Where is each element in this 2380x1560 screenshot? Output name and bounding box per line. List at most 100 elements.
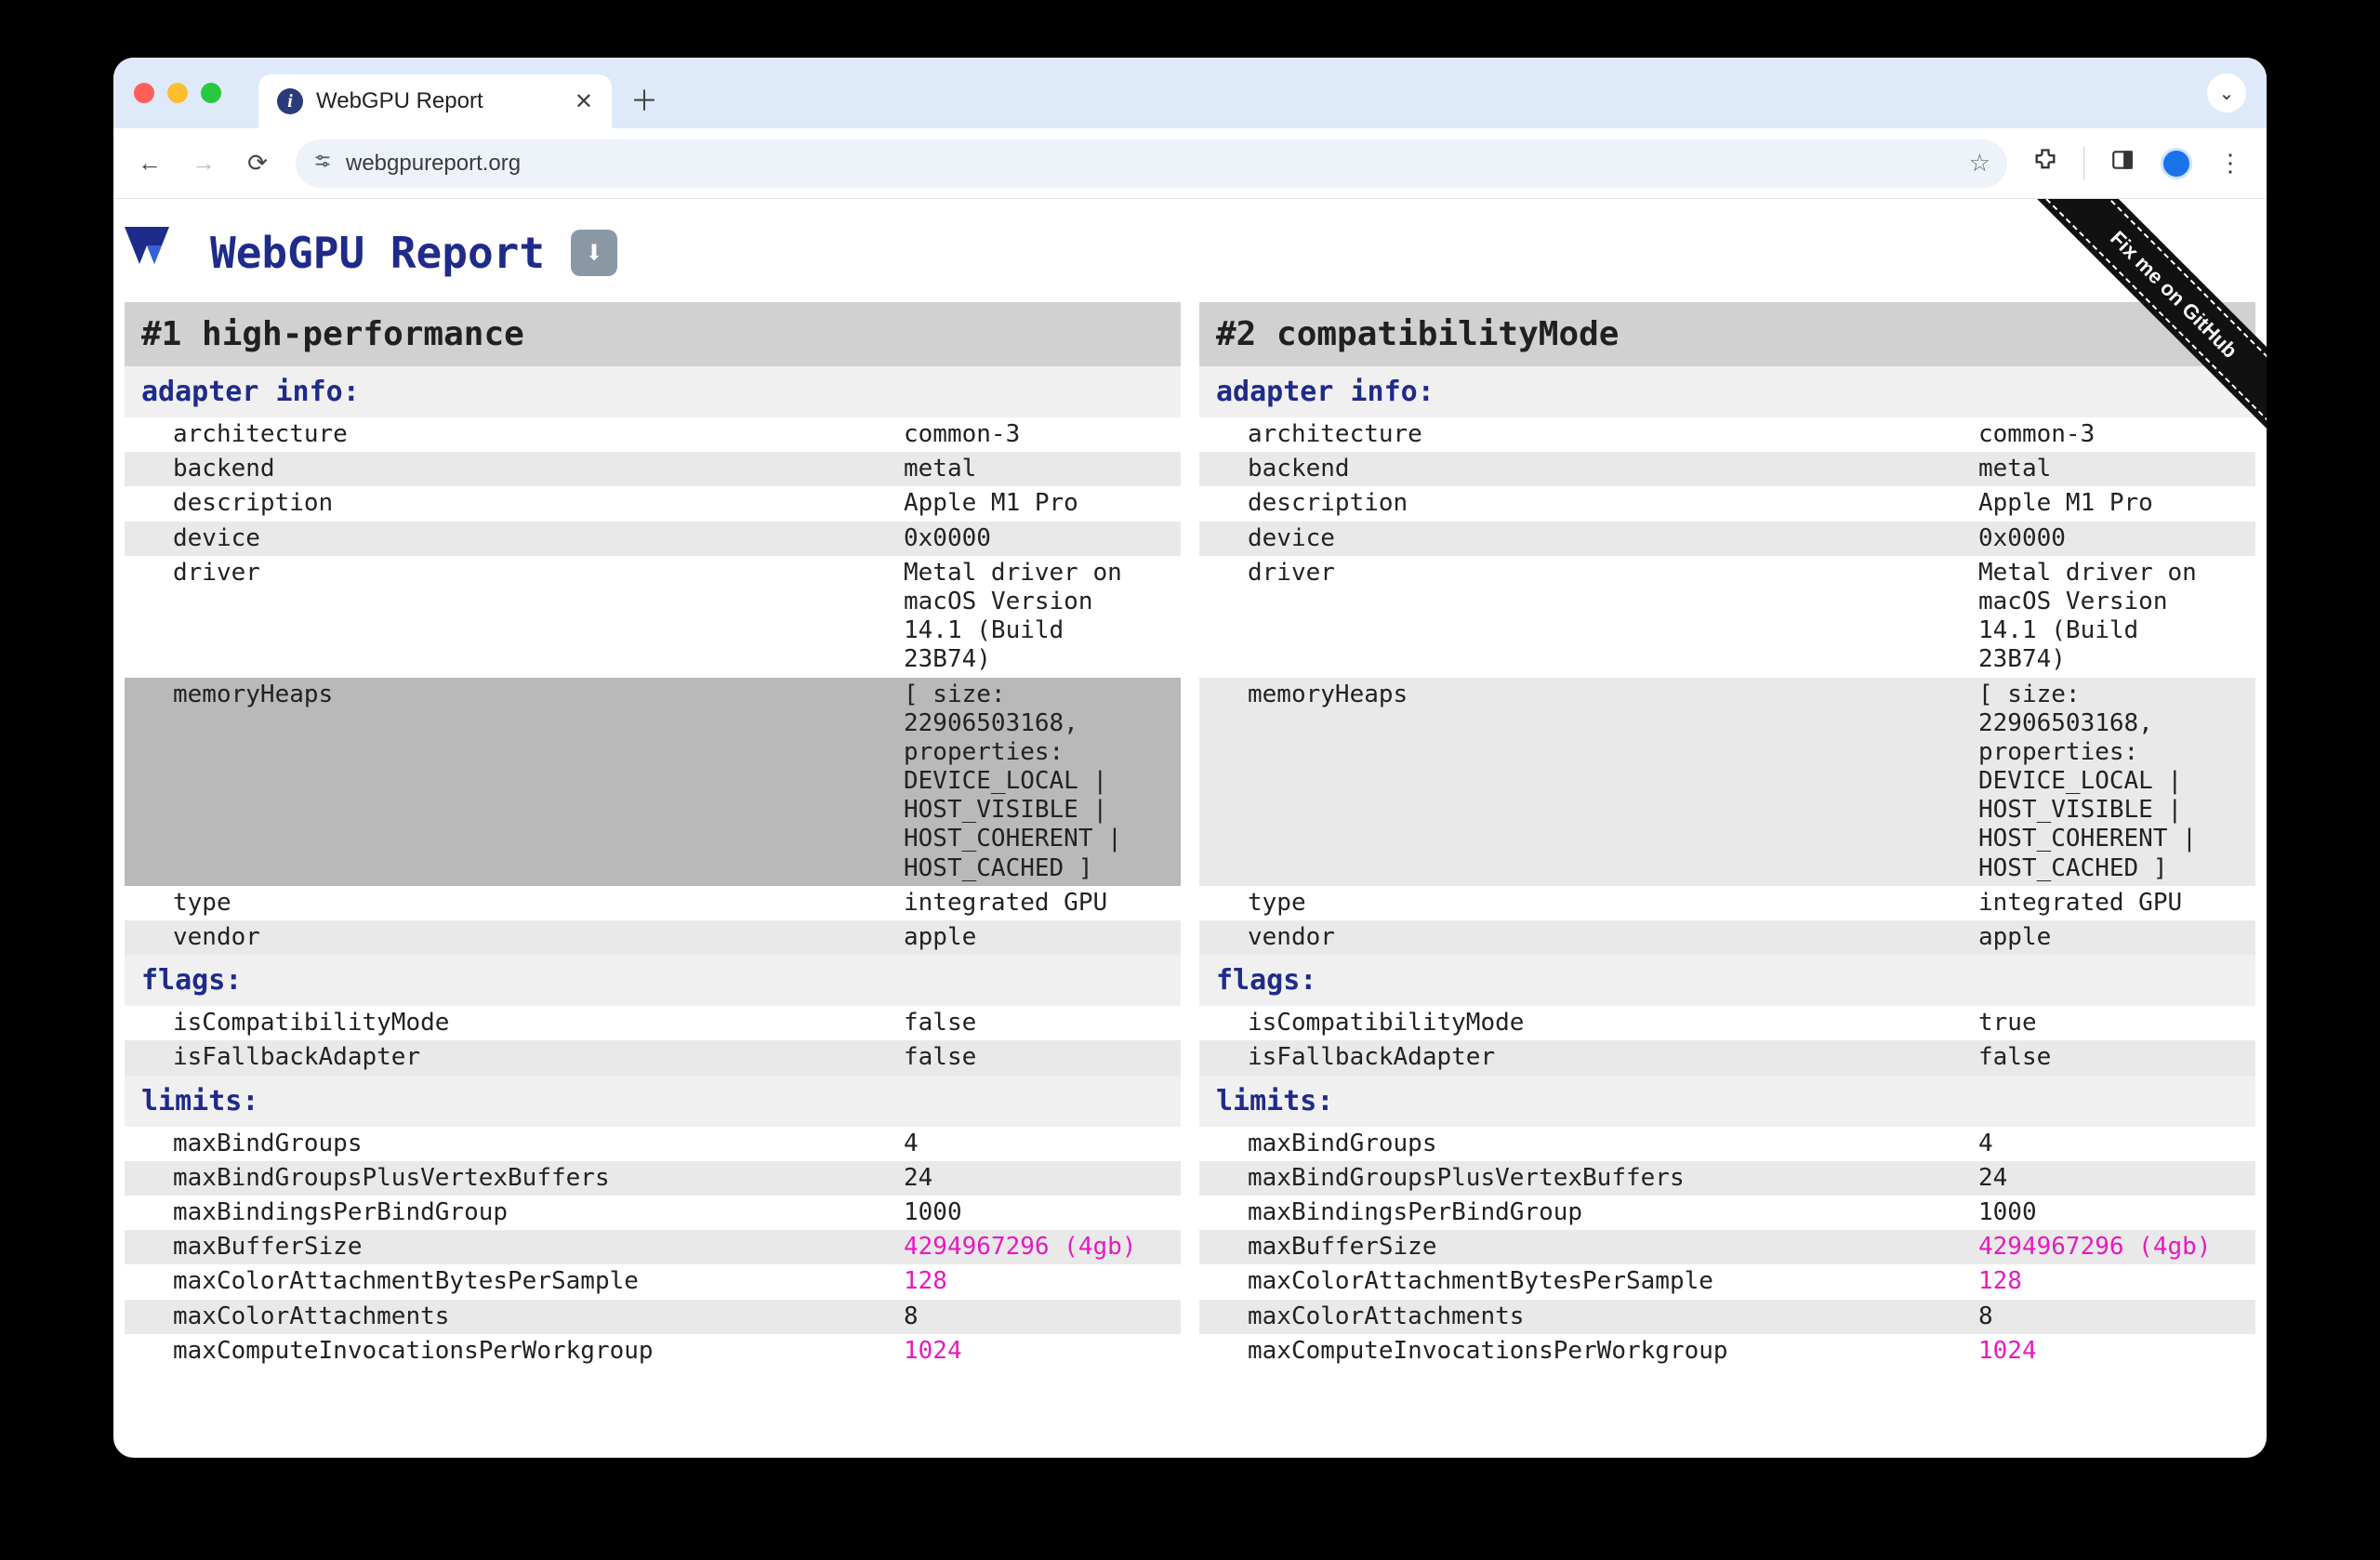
property-row[interactable]: memoryHeaps[ size: 22906503168, properti… bbox=[125, 678, 1181, 886]
property-row[interactable]: driverMetal driver on macOS Version 14.1… bbox=[125, 556, 1181, 678]
close-window-button[interactable] bbox=[134, 83, 154, 103]
property-key: description bbox=[173, 489, 904, 518]
property-key: isFallbackAdapter bbox=[173, 1043, 904, 1072]
property-row[interactable]: maxComputeInvocationsPerWorkgroup1024 bbox=[1199, 1334, 2255, 1368]
side-panel-icon[interactable] bbox=[2107, 148, 2138, 178]
property-row[interactable]: maxBindingsPerBindGroup1000 bbox=[1199, 1196, 2255, 1230]
property-key: architecture bbox=[1248, 420, 1978, 449]
property-value: 1000 bbox=[1978, 1198, 2239, 1227]
section-heading: limits: bbox=[125, 1076, 1181, 1127]
property-key: backend bbox=[173, 455, 904, 483]
window-controls bbox=[134, 83, 221, 103]
property-key: memoryHeaps bbox=[173, 681, 904, 883]
property-key: maxBufferSize bbox=[1248, 1233, 1978, 1262]
property-row[interactable]: maxBufferSize4294967296 (4gb) bbox=[1199, 1230, 2255, 1264]
property-row[interactable]: descriptionApple M1 Pro bbox=[125, 486, 1181, 521]
property-value: 8 bbox=[904, 1302, 1164, 1331]
property-row[interactable]: vendorapple bbox=[1199, 920, 2255, 955]
property-value: true bbox=[1978, 1009, 2239, 1038]
property-row[interactable]: maxColorAttachmentBytesPerSample128 bbox=[1199, 1264, 2255, 1299]
property-key: maxBindGroups bbox=[1248, 1130, 1978, 1158]
tab-strip: i WebGPU Report ✕ ＋ ⌄ bbox=[113, 58, 2267, 128]
property-key: maxComputeInvocationsPerWorkgroup bbox=[1248, 1337, 1978, 1366]
property-value: 4 bbox=[1978, 1130, 2239, 1158]
property-value: false bbox=[904, 1009, 1164, 1038]
download-button[interactable]: ⬇ bbox=[571, 230, 617, 276]
property-row[interactable]: maxBindingsPerBindGroup1000 bbox=[125, 1196, 1181, 1230]
section-heading: flags: bbox=[1199, 955, 2255, 1006]
property-row[interactable]: maxBindGroupsPlusVertexBuffers24 bbox=[1199, 1161, 2255, 1196]
property-row[interactable]: maxComputeInvocationsPerWorkgroup1024 bbox=[125, 1334, 1181, 1368]
property-key: maxColorAttachmentBytesPerSample bbox=[173, 1267, 904, 1296]
property-value: [ size: 22906503168, properties: DEVICE_… bbox=[904, 681, 1164, 883]
adapter-columns: #1 high-performanceadapter info:architec… bbox=[125, 302, 2255, 1368]
section-heading: flags: bbox=[125, 955, 1181, 1006]
bookmark-star-icon[interactable]: ☆ bbox=[1969, 149, 1990, 178]
page-title: WebGPU Report ⬇ bbox=[125, 227, 2255, 278]
property-key: driver bbox=[1248, 559, 1978, 675]
forward-button[interactable]: → bbox=[188, 149, 219, 178]
reload-button[interactable]: ⟳ bbox=[242, 149, 273, 178]
minimize-window-button[interactable] bbox=[167, 83, 188, 103]
property-value: Apple M1 Pro bbox=[904, 489, 1164, 518]
extensions-icon[interactable] bbox=[2030, 147, 2061, 179]
property-key: type bbox=[173, 889, 904, 918]
property-row[interactable]: isCompatibilityModetrue bbox=[1199, 1006, 2255, 1040]
property-row[interactable]: memoryHeaps[ size: 22906503168, properti… bbox=[1199, 678, 2255, 886]
property-value: apple bbox=[904, 923, 1164, 952]
property-value: 1024 bbox=[1978, 1337, 2239, 1366]
property-key: memoryHeaps bbox=[1248, 681, 1978, 883]
section-heading: adapter info: bbox=[125, 366, 1181, 417]
property-key: maxComputeInvocationsPerWorkgroup bbox=[173, 1337, 904, 1366]
property-row[interactable]: maxColorAttachments8 bbox=[1199, 1300, 2255, 1334]
property-value: 4 bbox=[904, 1130, 1164, 1158]
github-ribbon-text: Fix me on GitHub bbox=[2013, 199, 2267, 456]
overflow-menu-icon[interactable]: ⋮ bbox=[2215, 149, 2246, 178]
property-value: Metal driver on macOS Version 14.1 (Buil… bbox=[904, 559, 1164, 675]
property-row[interactable]: maxColorAttachments8 bbox=[125, 1300, 1181, 1334]
property-value: 128 bbox=[904, 1267, 1164, 1296]
property-key: description bbox=[1248, 489, 1978, 518]
property-row[interactable]: maxColorAttachmentBytesPerSample128 bbox=[125, 1264, 1181, 1299]
property-row[interactable]: maxBindGroups4 bbox=[1199, 1127, 2255, 1161]
property-row[interactable]: isFallbackAdapterfalse bbox=[125, 1040, 1181, 1075]
property-value: 128 bbox=[1978, 1267, 2239, 1296]
property-row[interactable]: isCompatibilityModefalse bbox=[125, 1006, 1181, 1040]
property-row[interactable]: backendmetal bbox=[125, 452, 1181, 486]
close-tab-button[interactable]: ✕ bbox=[575, 88, 593, 115]
tab-overflow-button[interactable]: ⌄ bbox=[2207, 73, 2246, 112]
property-value: 0x0000 bbox=[1978, 524, 2239, 553]
property-key: backend bbox=[1248, 455, 1978, 483]
address-bar[interactable]: webgpureport.org ☆ bbox=[296, 139, 2007, 188]
browser-tab[interactable]: i WebGPU Report ✕ bbox=[258, 74, 612, 128]
property-row[interactable]: maxBindGroupsPlusVertexBuffers24 bbox=[125, 1161, 1181, 1196]
property-row[interactable]: isFallbackAdapterfalse bbox=[1199, 1040, 2255, 1075]
property-row[interactable]: maxBufferSize4294967296 (4gb) bbox=[125, 1230, 1181, 1264]
property-row[interactable]: maxBindGroups4 bbox=[125, 1127, 1181, 1161]
property-row[interactable]: driverMetal driver on macOS Version 14.1… bbox=[1199, 556, 2255, 678]
github-ribbon[interactable]: Fix me on GitHub bbox=[1978, 199, 2267, 496]
property-row[interactable]: typeintegrated GPU bbox=[125, 886, 1181, 920]
property-key: maxBindGroupsPlusVertexBuffers bbox=[1248, 1164, 1978, 1193]
property-key: device bbox=[1248, 524, 1978, 553]
new-tab-button[interactable]: ＋ bbox=[625, 79, 664, 118]
property-key: driver bbox=[173, 559, 904, 675]
property-value: Metal driver on macOS Version 14.1 (Buil… bbox=[1978, 559, 2239, 675]
property-key: isFallbackAdapter bbox=[1248, 1043, 1978, 1072]
property-row[interactable]: device0x0000 bbox=[125, 522, 1181, 556]
property-row[interactable]: typeintegrated GPU bbox=[1199, 886, 2255, 920]
back-button[interactable]: ← bbox=[134, 149, 165, 178]
toolbar-separator bbox=[2083, 147, 2084, 180]
browser-window: i WebGPU Report ✕ ＋ ⌄ ← → ⟳ webgpureport… bbox=[113, 58, 2267, 1458]
maximize-window-button[interactable] bbox=[201, 83, 221, 103]
property-row[interactable]: device0x0000 bbox=[1199, 522, 2255, 556]
property-row[interactable]: vendorapple bbox=[125, 920, 1181, 955]
property-value: [ size: 22906503168, properties: DEVICE_… bbox=[1978, 681, 2239, 883]
site-info-icon[interactable] bbox=[312, 151, 333, 177]
property-value: 24 bbox=[904, 1164, 1164, 1193]
property-row[interactable]: architecturecommon-3 bbox=[125, 417, 1181, 452]
profile-avatar[interactable] bbox=[2161, 148, 2192, 179]
property-value: integrated GPU bbox=[904, 889, 1164, 918]
property-key: maxBindGroups bbox=[173, 1130, 904, 1158]
property-value: false bbox=[904, 1043, 1164, 1072]
